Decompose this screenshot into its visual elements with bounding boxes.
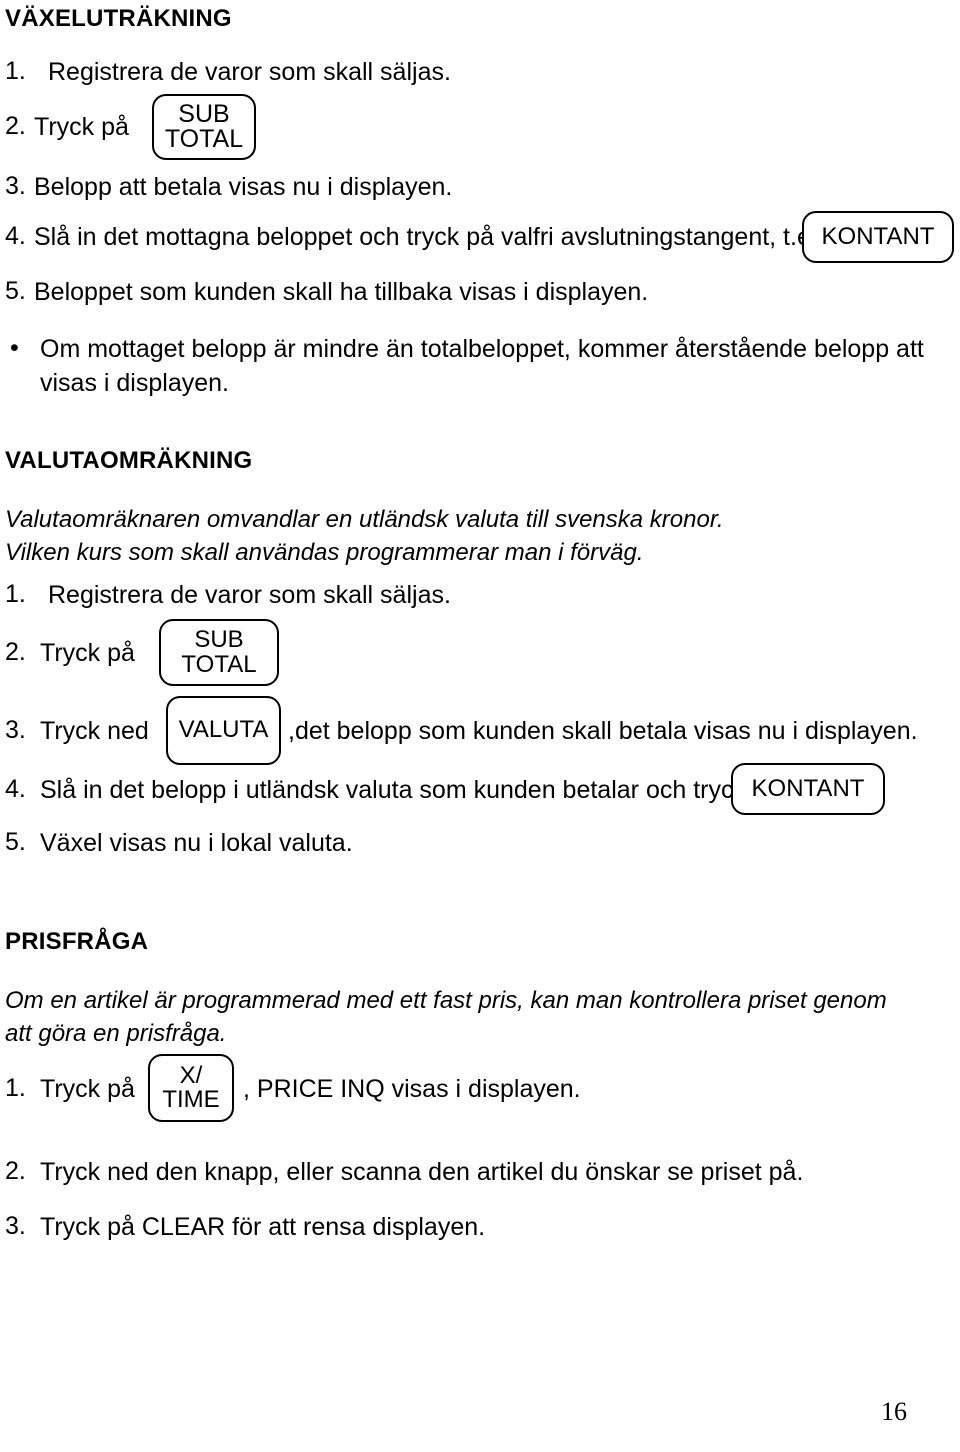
bullet-text-line2: visas i displayen. bbox=[40, 369, 229, 397]
list-item-text-continued: , PRICE INQ visas i displayen. bbox=[243, 1075, 581, 1103]
list-item-text: Slå in det belopp i utländsk valuta som … bbox=[40, 776, 746, 804]
list-item-text: Registrera de varor som skall säljas. bbox=[48, 58, 451, 86]
section-intro-line1: Valutaomräknaren omvandlar en utländsk v… bbox=[5, 506, 724, 533]
section-heading-valutaomrakning: VALUTAOMRÄKNING bbox=[5, 447, 253, 474]
section-intro-line1: Om en artikel är programmerad med ett fa… bbox=[5, 987, 887, 1014]
list-item-text: Tryck på bbox=[40, 639, 135, 667]
list-number: 3. bbox=[5, 172, 26, 200]
list-number: 1. bbox=[5, 580, 26, 608]
key-label-line2: TIME bbox=[162, 1086, 220, 1113]
key-kontant[interactable]: KONTANT bbox=[731, 763, 885, 815]
list-item-text: Beloppet som kunden skall ha tillbaka vi… bbox=[34, 278, 649, 306]
list-item-text-continued: ,det belopp som kunden skall betala visa… bbox=[288, 717, 918, 745]
section-heading-prisfraga: PRISFRÅGA bbox=[5, 928, 149, 955]
key-sub-total[interactable]: SUB TOTAL bbox=[152, 94, 256, 160]
list-item-text: Belopp att betala visas nu i displayen. bbox=[34, 173, 453, 201]
document-page: VÄXELUTRÄKNING 1. Registrera de varor so… bbox=[0, 0, 960, 1452]
key-label-line1: KONTANT bbox=[751, 774, 865, 802]
key-valuta[interactable]: VALUTA bbox=[166, 696, 281, 765]
list-number: 2. bbox=[5, 638, 26, 666]
list-number: 3. bbox=[5, 1212, 26, 1240]
key-kontant[interactable]: KONTANT bbox=[802, 211, 954, 263]
list-item-text: Registrera de varor som skall säljas. bbox=[48, 581, 451, 609]
key-x-time[interactable]: X/ TIME bbox=[148, 1054, 234, 1122]
key-label-line1: KONTANT bbox=[821, 222, 935, 250]
list-item-text: Tryck ned den knapp, eller scanna den ar… bbox=[40, 1158, 804, 1186]
list-number: 2. bbox=[5, 112, 26, 140]
list-item-text: Slå in det mottagna beloppet och tryck p… bbox=[34, 223, 831, 251]
list-item-text: Tryck på CLEAR för att rensa displayen. bbox=[40, 1213, 486, 1241]
bullet-text-line1: Om mottaget belopp är mindre än totalbel… bbox=[40, 335, 924, 363]
list-number: 5. bbox=[5, 277, 26, 305]
list-item-text: Tryck på bbox=[40, 1075, 135, 1103]
list-item-text: Tryck ned bbox=[40, 717, 149, 745]
bullet-marker: • bbox=[10, 334, 19, 362]
key-label-line1: SUB bbox=[194, 626, 244, 654]
section-intro-line2: att göra en prisfråga. bbox=[5, 1020, 227, 1047]
page-number: 16 bbox=[881, 1397, 907, 1426]
list-number: 4. bbox=[5, 775, 26, 803]
key-label-line2: TOTAL bbox=[164, 125, 244, 153]
list-number: 3. bbox=[5, 716, 26, 744]
key-label-line1: X/ bbox=[179, 1061, 203, 1089]
key-label-line1: SUB bbox=[178, 99, 230, 128]
list-number: 1. bbox=[5, 57, 26, 85]
list-number: 2. bbox=[5, 1157, 26, 1185]
key-label-line1: VALUTA bbox=[178, 716, 269, 744]
list-item-text: Växel visas nu i lokal valuta. bbox=[40, 829, 353, 857]
section-intro-line2: Vilken kurs som skall användas programme… bbox=[5, 539, 644, 566]
list-number: 1. bbox=[5, 1074, 26, 1102]
list-number: 5. bbox=[5, 828, 26, 856]
list-number: 4. bbox=[5, 222, 26, 250]
list-item-text: Tryck på bbox=[34, 113, 129, 141]
section-heading-vaxeluträkning: VÄXELUTRÄKNING bbox=[5, 5, 232, 32]
key-label-line2: TOTAL bbox=[181, 650, 257, 678]
key-sub-total[interactable]: SUB TOTAL bbox=[159, 619, 279, 686]
